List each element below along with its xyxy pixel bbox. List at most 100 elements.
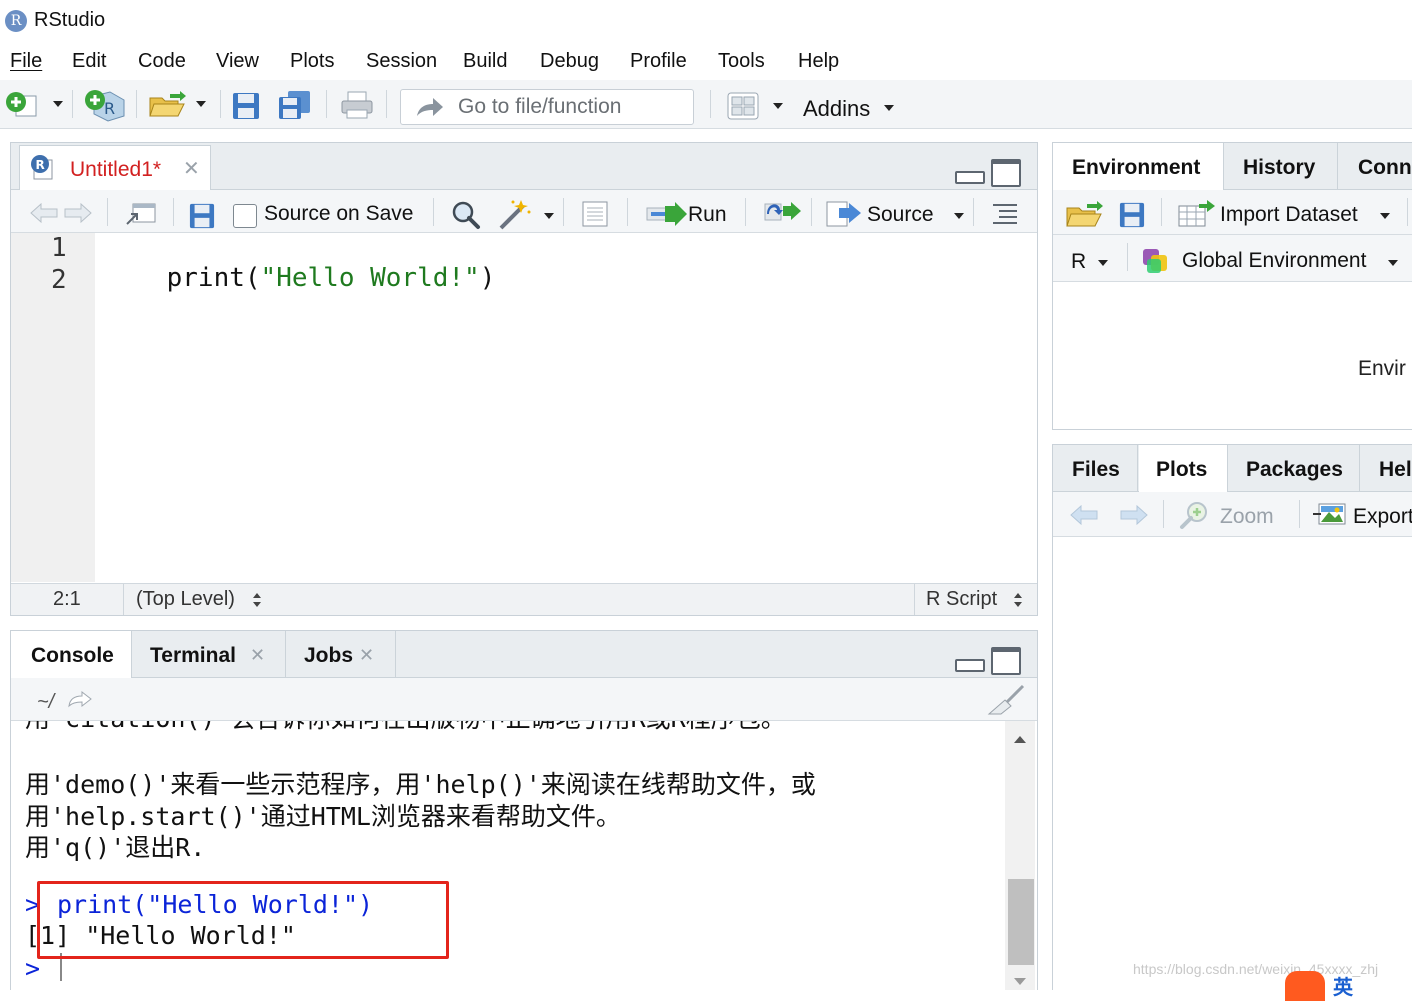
tab-connections[interactable]: Conn <box>1339 143 1412 189</box>
source-on-save-checkbox[interactable] <box>233 204 257 228</box>
chevron-down-icon[interactable] <box>772 102 784 110</box>
tab-history[interactable]: History <box>1225 143 1338 189</box>
compile-report-icon[interactable] <box>581 200 609 228</box>
maximize-pane-icon[interactable] <box>991 647 1021 675</box>
editor-tab-untitled1[interactable]: R Untitled1* ✕ <box>19 145 211 190</box>
scroll-up-icon[interactable] <box>1013 735 1027 744</box>
import-dataset-button[interactable]: Import Dataset <box>1220 203 1358 227</box>
menu-debug[interactable]: Debug <box>540 50 599 73</box>
zoom-icon[interactable] <box>1179 500 1211 530</box>
editor-toolbar: Source on Save Run Source <box>11 190 1037 233</box>
load-workspace-icon[interactable] <box>1065 200 1105 228</box>
chevron-down-icon[interactable] <box>1097 259 1109 267</box>
run-button[interactable]: Run <box>688 203 727 227</box>
maximize-pane-icon[interactable] <box>991 159 1021 187</box>
export-icon[interactable] <box>1311 500 1347 528</box>
tab-files-label: Files <box>1072 458 1120 481</box>
run-icon[interactable] <box>645 202 689 226</box>
close-tab-icon[interactable]: ✕ <box>250 645 265 666</box>
menu-build[interactable]: Build <box>463 50 507 73</box>
search-icon[interactable] <box>451 200 481 230</box>
zoom-button[interactable]: Zoom <box>1220 505 1274 529</box>
rerun-icon[interactable] <box>761 200 803 226</box>
source-button[interactable]: Source <box>867 203 934 227</box>
ime-indicator: 英 <box>1285 971 1412 1001</box>
export-button[interactable]: Export <box>1353 505 1412 529</box>
chevron-down-icon[interactable] <box>1379 212 1391 220</box>
go-to-directory-icon[interactable] <box>67 690 93 708</box>
new-project-icon[interactable]: R <box>84 88 126 122</box>
open-folder-icon[interactable] <box>148 90 188 118</box>
menu-tools[interactable]: Tools <box>718 50 765 73</box>
global-environment-selector[interactable]: Global Environment <box>1182 249 1366 273</box>
code-function: print( <box>166 263 261 293</box>
menu-file[interactable]: File <box>10 50 42 73</box>
chevron-down-icon[interactable] <box>52 100 64 108</box>
pane-layout-icon[interactable] <box>727 92 759 120</box>
console-line-demo: 用'demo()'来看一些示范程序，用'help()'来阅读在线帮助文件，或 <box>25 770 816 799</box>
menu-view[interactable]: View <box>216 50 259 73</box>
new-file-icon[interactable] <box>4 90 40 118</box>
save-workspace-icon[interactable] <box>1119 202 1145 228</box>
back-arrow-icon[interactable] <box>29 202 59 224</box>
next-plot-icon[interactable] <box>1119 504 1149 526</box>
menu-plots[interactable]: Plots <box>290 50 334 73</box>
tab-terminal[interactable]: Terminal ✕ <box>133 631 286 677</box>
updown-chevron-icon[interactable] <box>252 592 262 608</box>
previous-plot-icon[interactable] <box>1069 504 1099 526</box>
addins-menu[interactable]: Addins <box>803 96 870 122</box>
goto-file-function-input[interactable]: Go to file/function <box>400 89 694 125</box>
tab-packages[interactable]: Packages <box>1229 445 1360 491</box>
tab-environment-label: Environment <box>1072 156 1201 179</box>
tab-console[interactable]: Console <box>11 631 132 678</box>
file-type-selector[interactable]: R Script <box>926 588 997 611</box>
console-scrollbar[interactable] <box>1005 721 1035 990</box>
tab-jobs[interactable]: Jobs ✕ <box>287 631 396 677</box>
menu-profile[interactable]: Profile <box>630 50 687 73</box>
tab-packages-label: Packages <box>1246 458 1343 481</box>
print-icon[interactable] <box>340 90 374 120</box>
highlight-box <box>37 881 449 959</box>
import-dataset-icon[interactable] <box>1177 200 1217 228</box>
tab-help-label: Hel <box>1379 458 1412 481</box>
minimize-pane-icon[interactable] <box>955 659 985 672</box>
tab-environment[interactable]: Environment <box>1053 143 1224 190</box>
scope-selector[interactable]: (Top Level) <box>136 588 235 611</box>
minimize-pane-icon[interactable] <box>955 171 985 184</box>
language-selector[interactable]: R <box>1071 250 1086 274</box>
clear-console-broom-icon[interactable] <box>985 684 1027 716</box>
close-tab-icon[interactable]: ✕ <box>359 645 374 666</box>
save-all-icon[interactable] <box>278 90 312 120</box>
env-toolbar: Import Dataset <box>1053 190 1412 235</box>
close-tab-icon[interactable]: ✕ <box>183 156 200 181</box>
goto-arrow-icon <box>417 98 443 116</box>
tab-plots[interactable]: Plots <box>1139 445 1228 492</box>
forward-arrow-icon[interactable] <box>63 202 93 224</box>
title-bar: R RStudio <box>0 0 1412 42</box>
save-icon[interactable] <box>189 203 215 229</box>
document-outline-icon[interactable] <box>991 202 1019 224</box>
menu-edit[interactable]: Edit <box>72 50 106 73</box>
window-title: RStudio <box>34 9 106 31</box>
menu-code[interactable]: Code <box>138 50 186 73</box>
chevron-down-icon[interactable] <box>883 104 895 112</box>
menu-session[interactable]: Session <box>366 50 437 73</box>
tab-help[interactable]: Hel <box>1361 445 1412 491</box>
menu-bar: File Edit Code View Plots Session Build … <box>0 46 1412 78</box>
scrollbar-thumb[interactable] <box>1008 879 1034 965</box>
show-in-window-icon[interactable] <box>125 202 157 226</box>
scroll-down-icon[interactable] <box>1013 977 1027 986</box>
chevron-down-icon[interactable] <box>195 100 207 108</box>
updown-chevron-icon[interactable] <box>1013 592 1023 608</box>
source-icon[interactable] <box>825 200 863 228</box>
chevron-down-icon[interactable] <box>543 212 555 220</box>
svg-text:R: R <box>104 99 115 118</box>
tab-files[interactable]: Files <box>1053 445 1138 491</box>
save-icon[interactable] <box>232 92 260 120</box>
console-output[interactable]: 用'citation()'会告诉你如何在出版物中正确地引用R或R程序包。 用'd… <box>11 721 1003 991</box>
code-line-1[interactable]: print("Hello World!") <box>104 233 496 323</box>
menu-help[interactable]: Help <box>798 50 839 73</box>
chevron-down-icon[interactable] <box>953 212 965 220</box>
code-tools-wand-icon[interactable] <box>497 198 533 230</box>
chevron-down-icon[interactable] <box>1387 259 1399 267</box>
